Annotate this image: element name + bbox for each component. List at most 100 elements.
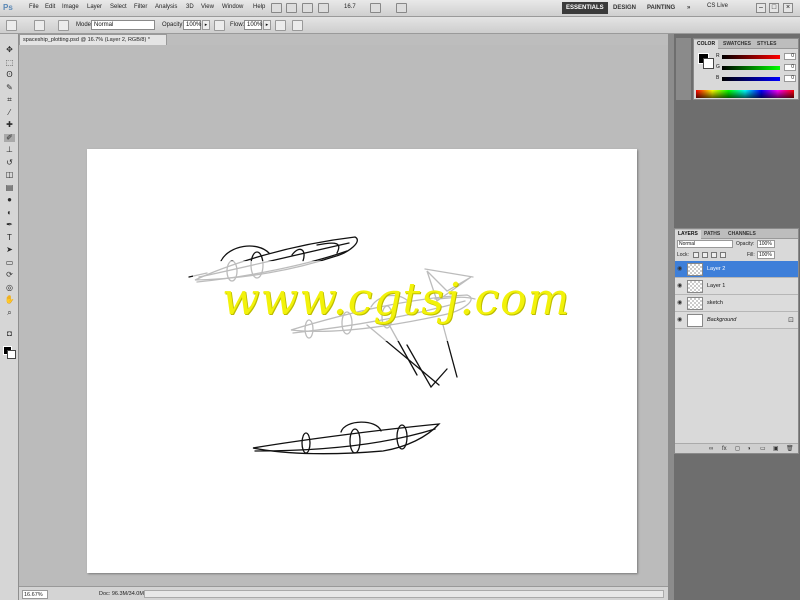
shape-tool-icon[interactable]: ▭ [4,258,15,267]
new-layer-icon[interactable]: ▣ [773,446,780,452]
link-icon[interactable]: ∞ [709,446,716,452]
red-slider[interactable] [722,55,780,59]
tab-channels[interactable]: CHANNELS [725,230,759,239]
flow-dropdown-icon[interactable]: ▸ [263,20,271,30]
menu-analysis[interactable]: Analysis [155,4,177,10]
gradient-tool-icon[interactable]: ▤ [4,183,15,192]
background-color-swatch[interactable] [7,350,16,359]
mini-bridge-icon[interactable] [286,3,297,13]
visibility-eye-icon[interactable]: ◉ [677,266,684,272]
tab-paths[interactable]: PATHS [701,230,723,239]
tab-styles[interactable]: STYLES [754,40,779,49]
blend-mode-select[interactable]: Normal [677,240,733,248]
maximize-button[interactable]: □ [769,3,779,13]
opacity-field[interactable]: 100% [183,20,201,30]
blue-slider[interactable] [722,77,780,81]
history-brush-tool-icon[interactable]: ↺ [4,158,15,167]
quick-selection-tool-icon[interactable]: ✎ [4,83,15,92]
mode-select[interactable]: Normal [91,20,155,30]
eraser-tool-icon[interactable]: ◫ [4,171,15,179]
extras-icon[interactable] [302,3,313,13]
hand-icon[interactable] [318,3,329,13]
menu-filter[interactable]: Filter [134,4,147,10]
opacity-dropdown-icon[interactable]: ▸ [202,20,210,30]
status-zoom-field[interactable]: 16.67% [22,590,48,599]
menu-edit[interactable]: Edit [45,4,55,10]
menu-window[interactable]: Window [222,4,243,10]
green-slider[interactable] [722,66,780,70]
green-value-field[interactable]: 0 [784,64,796,71]
menu-image[interactable]: Image [62,4,79,10]
zoom-tool-icon[interactable]: ⌕ [4,308,15,317]
lock-position-icon[interactable] [711,252,717,258]
clone-stamp-tool-icon[interactable]: ⊥ [4,146,15,154]
3d-rotate-tool-icon[interactable]: ⟳ [4,271,15,279]
tab-color[interactable]: COLOR [694,40,719,49]
lock-all-icon[interactable] [720,252,726,258]
layer-row-background[interactable]: ◉ Background ⊡ [675,312,798,329]
cs-live-button[interactable]: CS Live [707,3,728,9]
workspace-more[interactable]: » [683,2,694,14]
lock-transparent-icon[interactable] [693,252,699,258]
document-canvas[interactable] [87,149,637,573]
menu-file[interactable]: File [29,4,39,10]
zoom-level[interactable]: 16.7 [344,4,356,10]
tab-layers[interactable]: LAYERS [675,230,701,239]
tab-swatches[interactable]: SWATCHES [720,40,754,49]
visibility-eye-icon[interactable]: ◉ [677,317,684,323]
crop-tool-icon[interactable]: ⌗ [4,96,15,104]
flow-field[interactable]: 100% [244,20,262,30]
red-value-field[interactable]: 0 [784,53,796,60]
mask-icon[interactable]: ◻ [735,446,742,452]
lasso-tool-icon[interactable]: ʘ [4,71,15,79]
tool-preset-icon[interactable] [6,20,17,31]
workspace-painting[interactable]: PAINTING [643,2,679,14]
path-selection-tool-icon[interactable]: ➤ [4,246,15,254]
layer-row-layer-2[interactable]: ◉ Layer 2 [675,261,798,278]
screen-mode-icon[interactable] [396,3,407,13]
lock-pixels-icon[interactable] [702,252,708,258]
document-tab[interactable]: spaceship_plotting.psd @ 16.7% (Layer 2,… [19,34,167,45]
menu-select[interactable]: Select [110,4,127,10]
menu-help[interactable]: Help [253,4,265,10]
layer-row-sketch[interactable]: ◉ sketch [675,295,798,312]
workspace-essentials[interactable]: ESSENTIALS [562,2,608,14]
quick-mask-icon[interactable]: ◘ [4,330,15,338]
fx-icon[interactable]: fx [722,446,729,452]
pen-tool-icon[interactable]: ✒ [4,221,15,229]
visibility-eye-icon[interactable]: ◉ [677,300,684,306]
group-icon[interactable]: ▭ [760,446,767,452]
visibility-eye-icon[interactable]: ◉ [677,283,684,289]
close-button[interactable]: × [783,3,793,13]
pressure-size-icon[interactable] [292,20,303,31]
menu-3d[interactable]: 3D [186,4,194,10]
brush-tool-icon[interactable]: ✐ [4,133,15,142]
move-tool-icon[interactable]: ✥ [4,46,15,54]
adjustment-icon[interactable]: ◑ [747,446,754,452]
menu-layer[interactable]: Layer [87,4,102,10]
bridge-icon[interactable] [271,3,282,13]
minimize-button[interactable]: – [756,3,766,13]
layer-opacity-field[interactable]: 100% [757,240,775,248]
workspace-design[interactable]: DESIGN [609,2,640,14]
trash-icon[interactable]: 🗑 [786,446,794,452]
type-tool-icon[interactable]: T [4,233,15,242]
status-doc-info[interactable]: Doc: 96.3M/34.0M [99,590,144,599]
arrange-documents-icon[interactable] [370,3,381,13]
hand-tool-icon[interactable]: ✋ [4,296,15,304]
dodge-tool-icon[interactable]: ◐ [4,208,15,217]
airbrush-icon[interactable] [275,20,286,31]
marquee-tool-icon[interactable]: ⬚ [4,58,15,67]
pressure-opacity-icon[interactable] [214,20,225,31]
eyedropper-tool-icon[interactable]: ⁄ [4,108,15,117]
collapsed-panel-icons[interactable] [676,38,691,100]
fill-field[interactable]: 100% [757,251,775,259]
brush-picker-icon[interactable] [34,20,45,31]
healing-brush-tool-icon[interactable]: ✚ [4,121,15,129]
layer-row-layer-1[interactable]: ◉ Layer 1 [675,278,798,295]
blur-tool-icon[interactable]: ● [4,196,15,204]
blue-value-field[interactable]: 0 [784,75,796,82]
color-background-swatch[interactable] [703,58,714,69]
3d-camera-tool-icon[interactable]: ◎ [4,283,15,292]
brush-panel-toggle-icon[interactable] [58,20,69,31]
